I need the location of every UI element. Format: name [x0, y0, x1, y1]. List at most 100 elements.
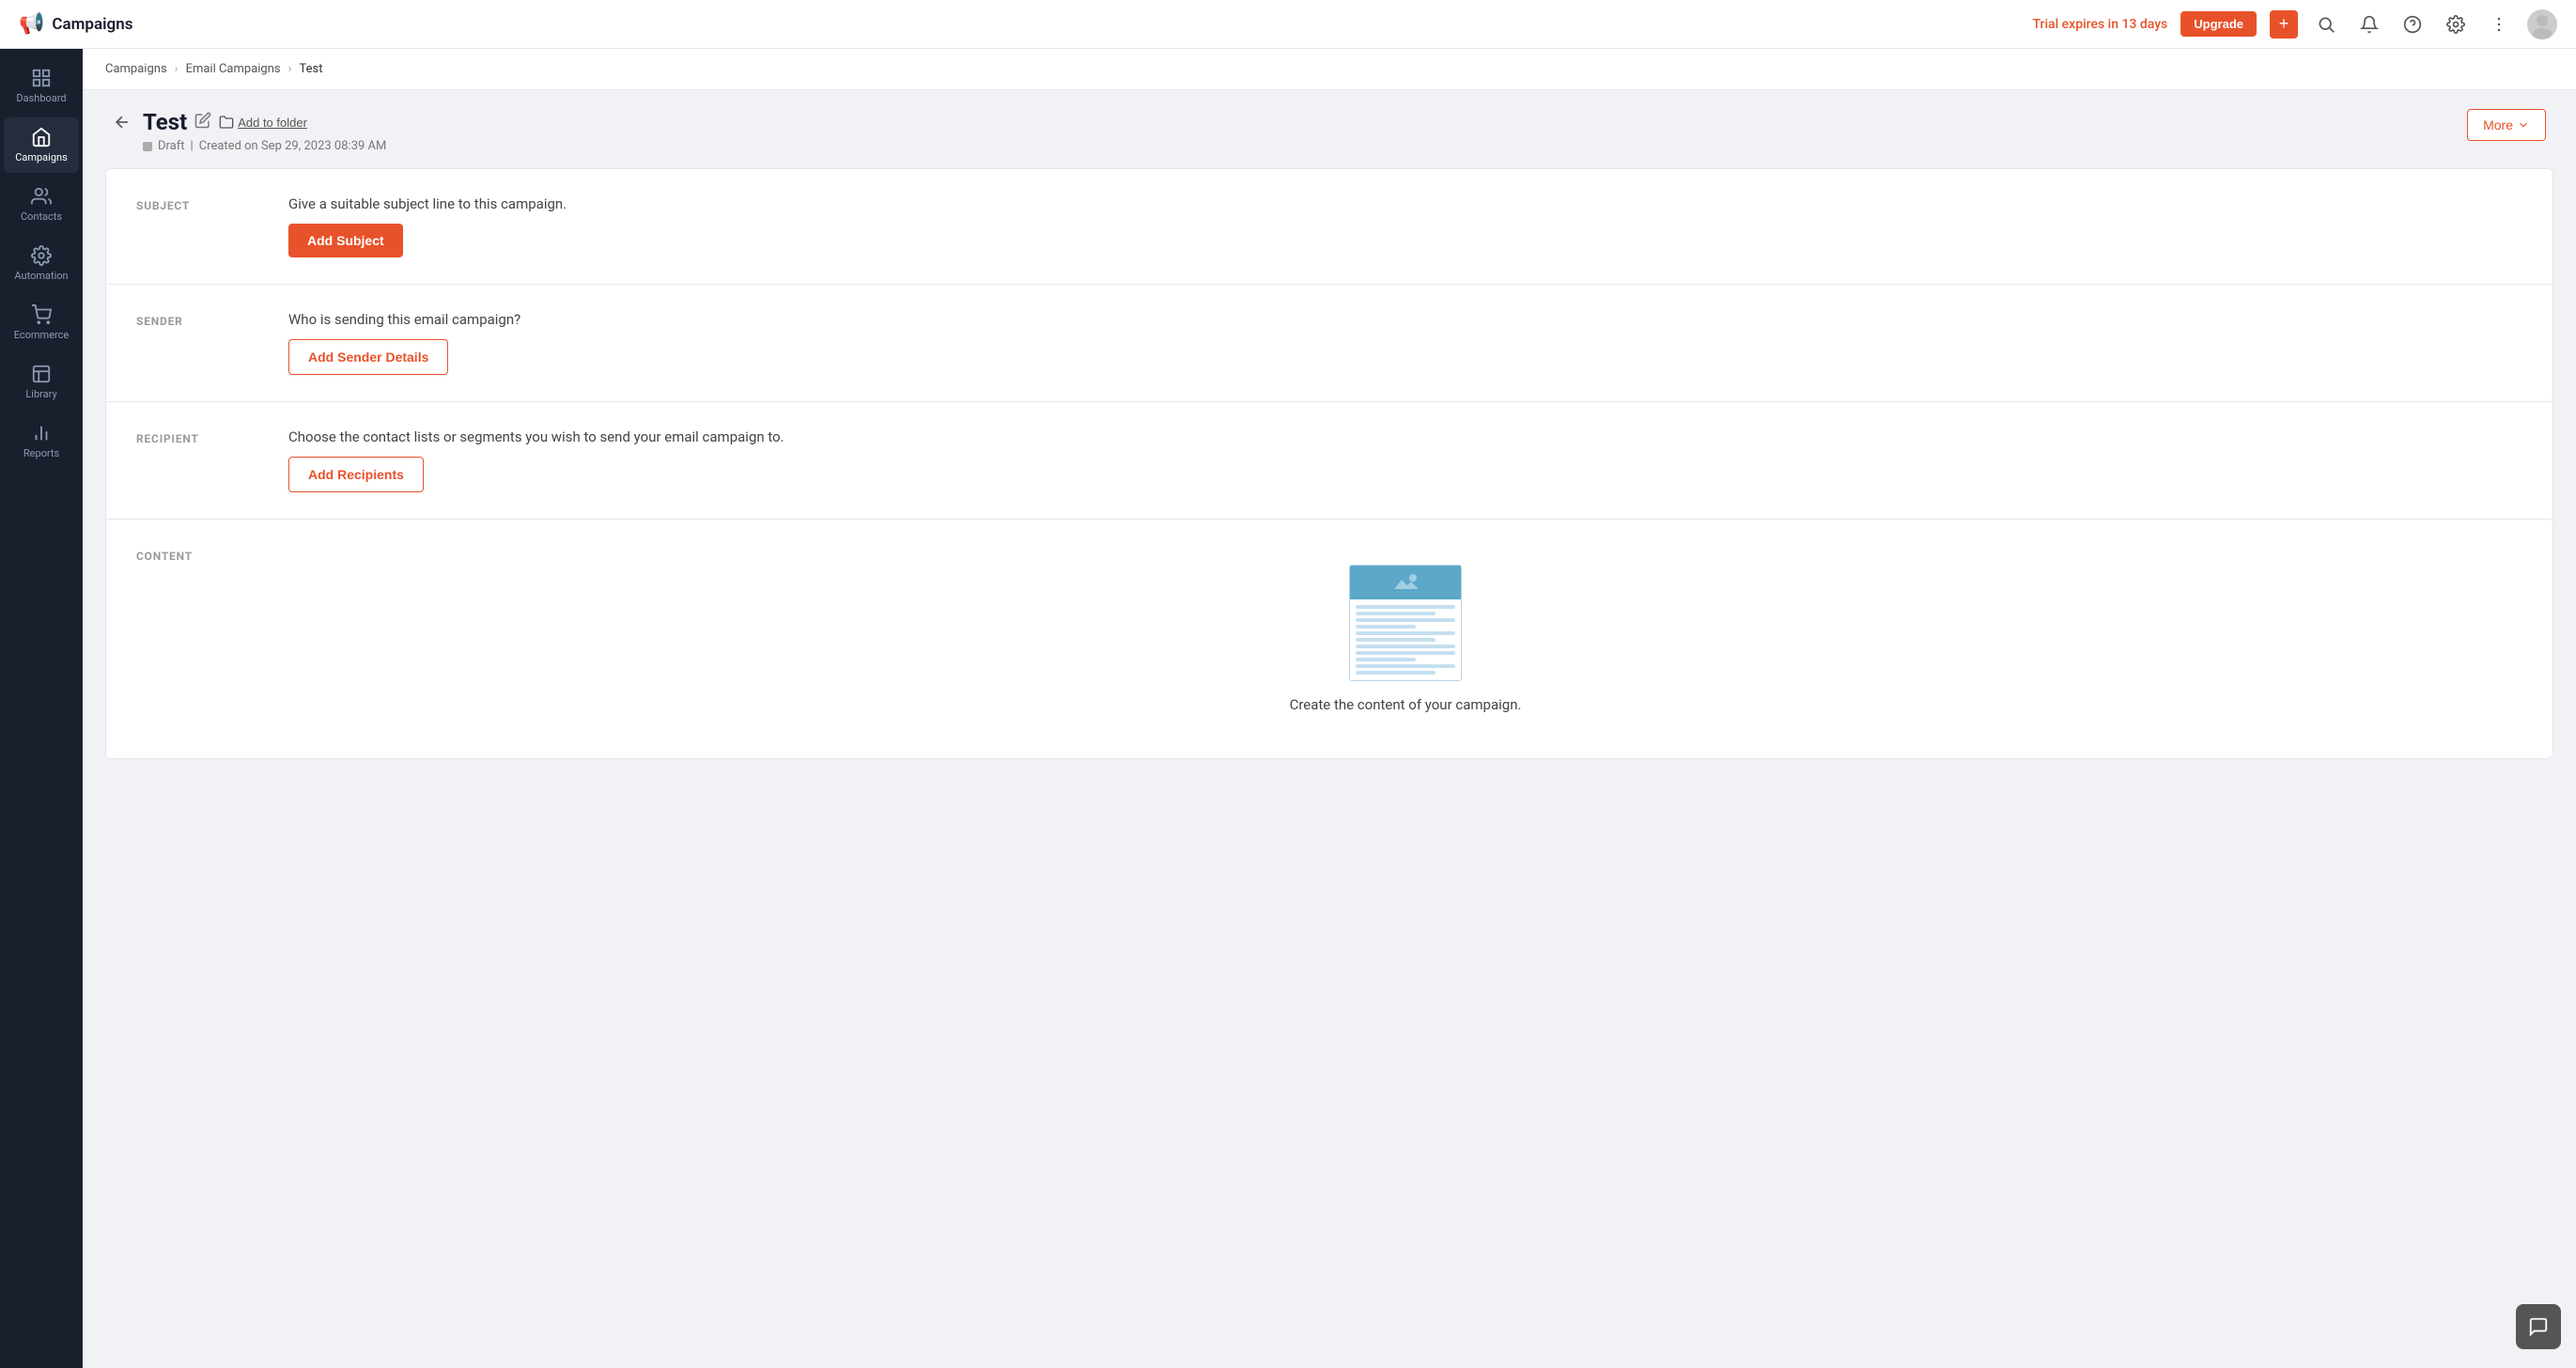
more-options-button[interactable]: [2484, 9, 2514, 39]
campaign-title-block: Test Add to folder Draft: [143, 109, 386, 153]
draft-badge: [143, 142, 152, 151]
top-nav-right: Trial expires in 13 days Upgrade +: [2033, 9, 2558, 39]
subject-section: SUBJECT Give a suitable subject line to …: [106, 169, 2553, 285]
breadcrumb-campaigns[interactable]: Campaigns: [105, 62, 167, 76]
breadcrumb-current: Test: [300, 62, 323, 76]
trial-expires-text: Trial expires in 13 days: [2033, 17, 2168, 32]
content-area: Campaigns › Email Campaigns › Test Test: [83, 49, 2576, 1368]
campaign-page: Test Add to folder Draft: [83, 90, 2576, 1368]
app-title: Campaigns: [52, 15, 132, 34]
campaign-created-text: Created on Sep 29, 2023 08:39 AM: [199, 139, 387, 153]
email-line: [1356, 631, 1455, 635]
app-logo-icon: 📢: [19, 12, 44, 36]
sidebar: Dashboard Campaigns Contacts Automation …: [0, 49, 83, 1368]
top-nav-left: 📢 Campaigns: [19, 12, 132, 36]
content-illustration: Create the content of your campaign.: [288, 546, 2522, 732]
add-to-folder-button[interactable]: Add to folder: [219, 115, 307, 130]
content-label: CONTENT: [136, 546, 258, 732]
reports-icon: [31, 423, 52, 443]
sender-label: SENDER: [136, 311, 258, 375]
notifications-button[interactable]: [2354, 9, 2384, 39]
help-button[interactable]: [2398, 9, 2428, 39]
image-placeholder-icon: [1387, 570, 1424, 595]
add-sender-button[interactable]: Add Sender Details: [288, 339, 448, 375]
subject-description: Give a suitable subject line to this cam…: [288, 195, 2522, 212]
sidebar-item-reports[interactable]: Reports: [4, 413, 79, 469]
email-template-header-img: [1350, 566, 1461, 599]
subject-content: Give a suitable subject line to this cam…: [288, 195, 2522, 257]
more-button[interactable]: More: [2467, 109, 2546, 141]
search-button[interactable]: [2311, 9, 2341, 39]
email-line: [1356, 645, 1455, 648]
upgrade-button[interactable]: Upgrade: [2180, 11, 2257, 37]
sidebar-item-automation[interactable]: Automation: [4, 236, 79, 291]
campaigns-icon: [31, 127, 52, 148]
dashboard-icon: [31, 68, 52, 88]
campaign-title: Test: [143, 109, 187, 135]
campaign-status: Draft: [158, 139, 185, 153]
edit-title-button[interactable]: [194, 112, 211, 133]
campaign-title-row: Test Add to folder: [143, 109, 386, 135]
back-button[interactable]: [113, 113, 132, 137]
recipient-label: RECIPIENT: [136, 428, 258, 492]
email-line: [1356, 664, 1455, 668]
content-description: Create the content of your campaign.: [1290, 696, 1522, 713]
breadcrumb-email-campaigns[interactable]: Email Campaigns: [186, 62, 281, 76]
sender-content: Who is sending this email campaign? Add …: [288, 311, 2522, 375]
campaign-header: Test Add to folder Draft: [83, 90, 2576, 168]
sidebar-item-campaigns[interactable]: Campaigns: [4, 117, 79, 173]
email-line: [1356, 651, 1455, 655]
sidebar-item-dashboard[interactable]: Dashboard: [4, 58, 79, 114]
gear-icon: [2446, 15, 2465, 34]
recipient-content: Choose the contact lists or segments you…: [288, 428, 2522, 492]
campaign-meta: Draft | Created on Sep 29, 2023 08:39 AM: [143, 139, 386, 153]
sender-section: SENDER Who is sending this email campaig…: [106, 285, 2553, 402]
recipient-section: RECIPIENT Choose the contact lists or se…: [106, 402, 2553, 520]
chat-widget[interactable]: [2516, 1304, 2561, 1349]
main-layout: Dashboard Campaigns Contacts Automation …: [0, 49, 2576, 1368]
add-recipients-button[interactable]: Add Recipients: [288, 457, 424, 492]
email-line: [1356, 612, 1435, 615]
breadcrumb-sep-2: ›: [288, 62, 292, 76]
breadcrumb: Campaigns › Email Campaigns › Test: [83, 49, 2576, 90]
create-new-button[interactable]: +: [2270, 10, 2298, 39]
email-line: [1356, 605, 1455, 609]
recipient-description: Choose the contact lists or segments you…: [288, 428, 2522, 445]
content-section-body: Create the content of your campaign.: [288, 546, 2522, 732]
folder-icon: [219, 115, 234, 130]
sidebar-item-contacts[interactable]: Contacts: [4, 177, 79, 232]
library-icon: [31, 364, 52, 384]
sidebar-item-library[interactable]: Library: [4, 354, 79, 410]
user-avatar[interactable]: [2527, 9, 2557, 39]
help-icon: [2403, 15, 2422, 34]
pencil-icon: [194, 112, 211, 129]
campaign-header-left: Test Add to folder Draft: [113, 109, 386, 153]
email-line: [1356, 625, 1416, 629]
email-template-body: [1350, 599, 1461, 680]
campaign-meta-sep: |: [191, 139, 194, 153]
back-arrow-icon: [113, 113, 132, 132]
settings-button[interactable]: [2441, 9, 2471, 39]
email-line: [1356, 638, 1435, 642]
plus-icon: +: [2279, 14, 2289, 34]
email-line: [1356, 618, 1455, 622]
sender-description: Who is sending this email campaign?: [288, 311, 2522, 328]
contacts-icon: [31, 186, 52, 207]
automation-icon: [31, 245, 52, 266]
subject-label: SUBJECT: [136, 195, 258, 257]
breadcrumb-sep-1: ›: [175, 62, 178, 76]
chat-icon: [2528, 1316, 2549, 1337]
bell-icon: [2360, 15, 2379, 34]
ecommerce-icon: [31, 304, 52, 325]
top-nav: 📢 Campaigns Trial expires in 13 days Upg…: [0, 0, 2576, 49]
campaign-body: SUBJECT Give a suitable subject line to …: [105, 168, 2553, 759]
content-section: CONTENT: [106, 520, 2553, 758]
email-template-preview: [1349, 565, 1462, 681]
avatar-image: [2527, 9, 2557, 39]
email-line: [1356, 658, 1416, 661]
search-icon: [2317, 15, 2335, 34]
chevron-down-icon: [2517, 118, 2530, 132]
email-line: [1356, 671, 1435, 675]
sidebar-item-ecommerce[interactable]: Ecommerce: [4, 295, 79, 350]
add-subject-button[interactable]: Add Subject: [288, 224, 403, 257]
